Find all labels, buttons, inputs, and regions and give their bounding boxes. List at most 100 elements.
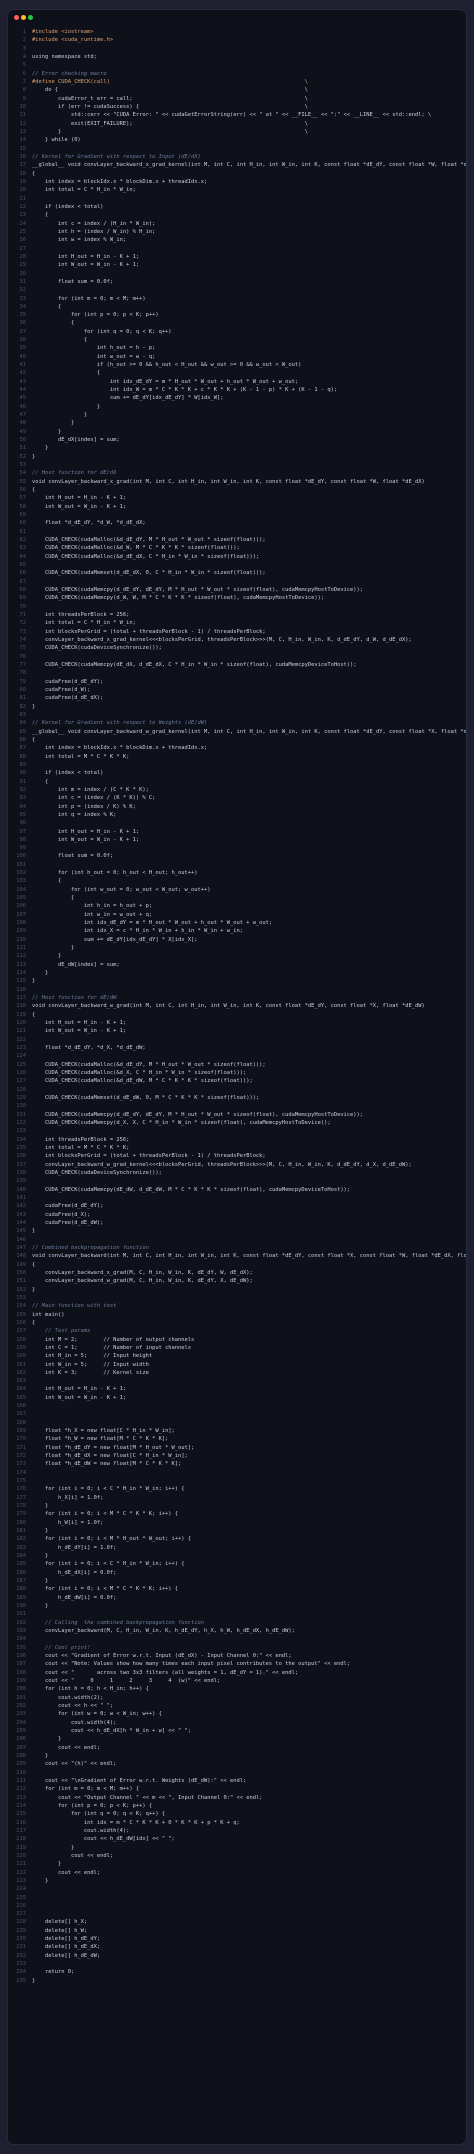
line-number: 91 bbox=[19, 778, 27, 785]
code-line: 66 CUDA_CHECK(cudaMemset(d_dE_dX, 0, C *… bbox=[8, 569, 466, 577]
code-line: 215 for (int q = 0; q < K; q++) { bbox=[8, 1810, 466, 1818]
line-number: 142 bbox=[16, 1203, 26, 1210]
code-line: 83 bbox=[8, 711, 466, 719]
line-number: 202 bbox=[16, 1702, 26, 1709]
line-number: 54 bbox=[19, 470, 27, 477]
close-window-icon[interactable] bbox=[14, 15, 19, 20]
code-line: 219 } bbox=[8, 1844, 466, 1852]
code-line: 89 bbox=[8, 761, 466, 769]
line-number: 179 bbox=[16, 1511, 26, 1518]
line-number: 52 bbox=[19, 453, 27, 460]
line-text: // Host function for dE/dW bbox=[32, 995, 117, 1002]
code-line: 103 { bbox=[8, 877, 466, 885]
line-number: 73 bbox=[19, 628, 27, 635]
line-text: } bbox=[32, 412, 88, 419]
code-line: 232 delete[] h_dE_dW; bbox=[8, 1952, 466, 1960]
line-text: int m = index / (C * K * K); bbox=[32, 786, 149, 793]
code-line: 79 cudaFree(d_dE_dY); bbox=[8, 678, 466, 686]
line-number: 69 bbox=[19, 595, 27, 602]
code-line: 170 float *h_W = new float[M * C * K * K… bbox=[8, 1435, 466, 1443]
line-text: { bbox=[32, 895, 75, 902]
line-text: int index = blockIdx.x * blockDim.x + th… bbox=[32, 178, 208, 185]
code-line: 21 bbox=[8, 195, 466, 203]
code-line: 70 bbox=[8, 603, 466, 611]
line-number: 182 bbox=[16, 1536, 26, 1543]
code-line: 163 bbox=[8, 1377, 466, 1385]
line-number: 72 bbox=[19, 620, 27, 627]
line-text: // Kernel for Gradient with respect to W… bbox=[32, 720, 208, 727]
line-text: } bbox=[32, 978, 36, 985]
code-line: 24 int c = index / (H_in * W_in); bbox=[8, 220, 466, 228]
line-text: if (h_out >= 0 && h_out < H_out && w_out… bbox=[32, 362, 302, 369]
line-text: } bbox=[32, 1503, 49, 1510]
line-number: 144 bbox=[16, 1219, 26, 1226]
code-line: 112 } bbox=[8, 952, 466, 960]
line-text: for (int i = 0; i < M * H_out * W_out; i… bbox=[32, 1536, 192, 1543]
line-number: 231 bbox=[16, 1944, 26, 1951]
line-number: 170 bbox=[16, 1436, 26, 1443]
code-line: 143 cudaFree(d_X); bbox=[8, 1211, 466, 1219]
line-text: h_dE_dY[i] = 1.0f; bbox=[32, 1544, 117, 1551]
code-line: 18 { bbox=[8, 170, 466, 178]
line-text: CUDA_CHECK(cudaMemcpy(d_dE_dY, dE_dY, M … bbox=[32, 586, 364, 593]
minimize-window-icon[interactable] bbox=[21, 15, 26, 20]
code-line: 230 delete[] h_dE_dY; bbox=[8, 1935, 466, 1943]
line-text: h_W[i] = 1.0f; bbox=[32, 1519, 104, 1526]
line-number: 107 bbox=[16, 911, 26, 918]
code-line: 45 sum += dE_dY[idx_dE_dY] * W[idx_W]; bbox=[8, 394, 466, 402]
line-number: 23 bbox=[19, 212, 27, 219]
line-text: int H_out = H_in - K + 1; bbox=[32, 1386, 127, 1393]
line-number: 5 bbox=[22, 62, 26, 69]
code-line: 87 int index = blockIdx.x * blockDim.x +… bbox=[8, 744, 466, 752]
line-number: 164 bbox=[16, 1386, 26, 1393]
line-text: int c = index / (H_in * W_in); bbox=[32, 220, 156, 227]
line-number: 215 bbox=[16, 1811, 26, 1818]
line-number: 136 bbox=[16, 1153, 26, 1160]
line-number: 213 bbox=[16, 1794, 26, 1801]
line-text: // Error checking macro bbox=[32, 70, 107, 77]
code-line: 63 CUDA_CHECK(cudaMalloc(&d_W, M * C * K… bbox=[8, 544, 466, 552]
maximize-window-icon[interactable] bbox=[28, 15, 33, 20]
line-text: cout.width(2); bbox=[32, 1694, 104, 1701]
code-line: 106 int h_in = h_out + p; bbox=[8, 902, 466, 910]
code-editor[interactable]: 1 #include <iostream> 2 #include <cuda_runt… bbox=[8, 28, 466, 1985]
line-number: 197 bbox=[16, 1661, 26, 1668]
code-line: 144 cudaFree(d_dE_dW); bbox=[8, 1219, 466, 1227]
line-text: { bbox=[32, 320, 75, 327]
line-number: 180 bbox=[16, 1519, 26, 1526]
code-line: 169 float *h_X = new float[C * H_in * W_… bbox=[8, 1427, 466, 1435]
line-number: 20 bbox=[19, 187, 27, 194]
line-number: 68 bbox=[19, 586, 27, 593]
line-text: void convLayer_backward_w_grad(int M, in… bbox=[32, 1003, 425, 1010]
line-number: 185 bbox=[16, 1561, 26, 1568]
code-line: 91 { bbox=[8, 778, 466, 786]
line-number: 149 bbox=[16, 1261, 26, 1268]
line-number: 152 bbox=[16, 1286, 26, 1293]
line-number: 211 bbox=[16, 1777, 26, 1784]
code-line: 114 } bbox=[8, 969, 466, 977]
code-line: 60 float *d_dE_dY, *d_W, *d_dE_dX; bbox=[8, 519, 466, 527]
line-text: sum += dE_dY[idx_dE_dY] * W[idx_W]; bbox=[32, 395, 224, 402]
line-number: 205 bbox=[16, 1727, 26, 1734]
line-text: void convLayer_backward(int M, int C, in… bbox=[32, 1253, 466, 1260]
code-line: 124 bbox=[8, 1052, 466, 1060]
line-text: { bbox=[32, 1319, 36, 1326]
code-line: 146 bbox=[8, 1236, 466, 1244]
line-text: CUDA_CHECK(cudaMalloc(&d_W, M * C * K * … bbox=[32, 545, 240, 552]
line-text: int h_out = h - p; bbox=[32, 345, 156, 352]
line-number: 1 bbox=[22, 29, 26, 35]
line-text: for (int w_out = 0; w_out < W_out; w_out… bbox=[32, 886, 211, 893]
line-text: } bbox=[32, 945, 75, 952]
line-number: 86 bbox=[19, 736, 27, 743]
line-text: delete[] h_dE_dY; bbox=[32, 1936, 101, 1943]
code-line: 1 #include <iostream> bbox=[8, 28, 466, 36]
line-text: cout << "Gradient of Error w.r.t. Input … bbox=[32, 1652, 292, 1659]
line-number: 89 bbox=[19, 761, 27, 768]
code-line: 72 int total = C * H_in * W_in; bbox=[8, 619, 466, 627]
line-text: } bbox=[32, 1877, 49, 1884]
line-text: } bbox=[32, 1844, 75, 1851]
line-text: cout << h << " "; bbox=[32, 1702, 114, 1709]
code-line: 216 int idx = m * C * K * K + 0 * K * K … bbox=[8, 1819, 466, 1827]
line-number: 112 bbox=[16, 953, 26, 960]
line-text: h_X[i] = 1.0f; bbox=[32, 1494, 104, 1501]
